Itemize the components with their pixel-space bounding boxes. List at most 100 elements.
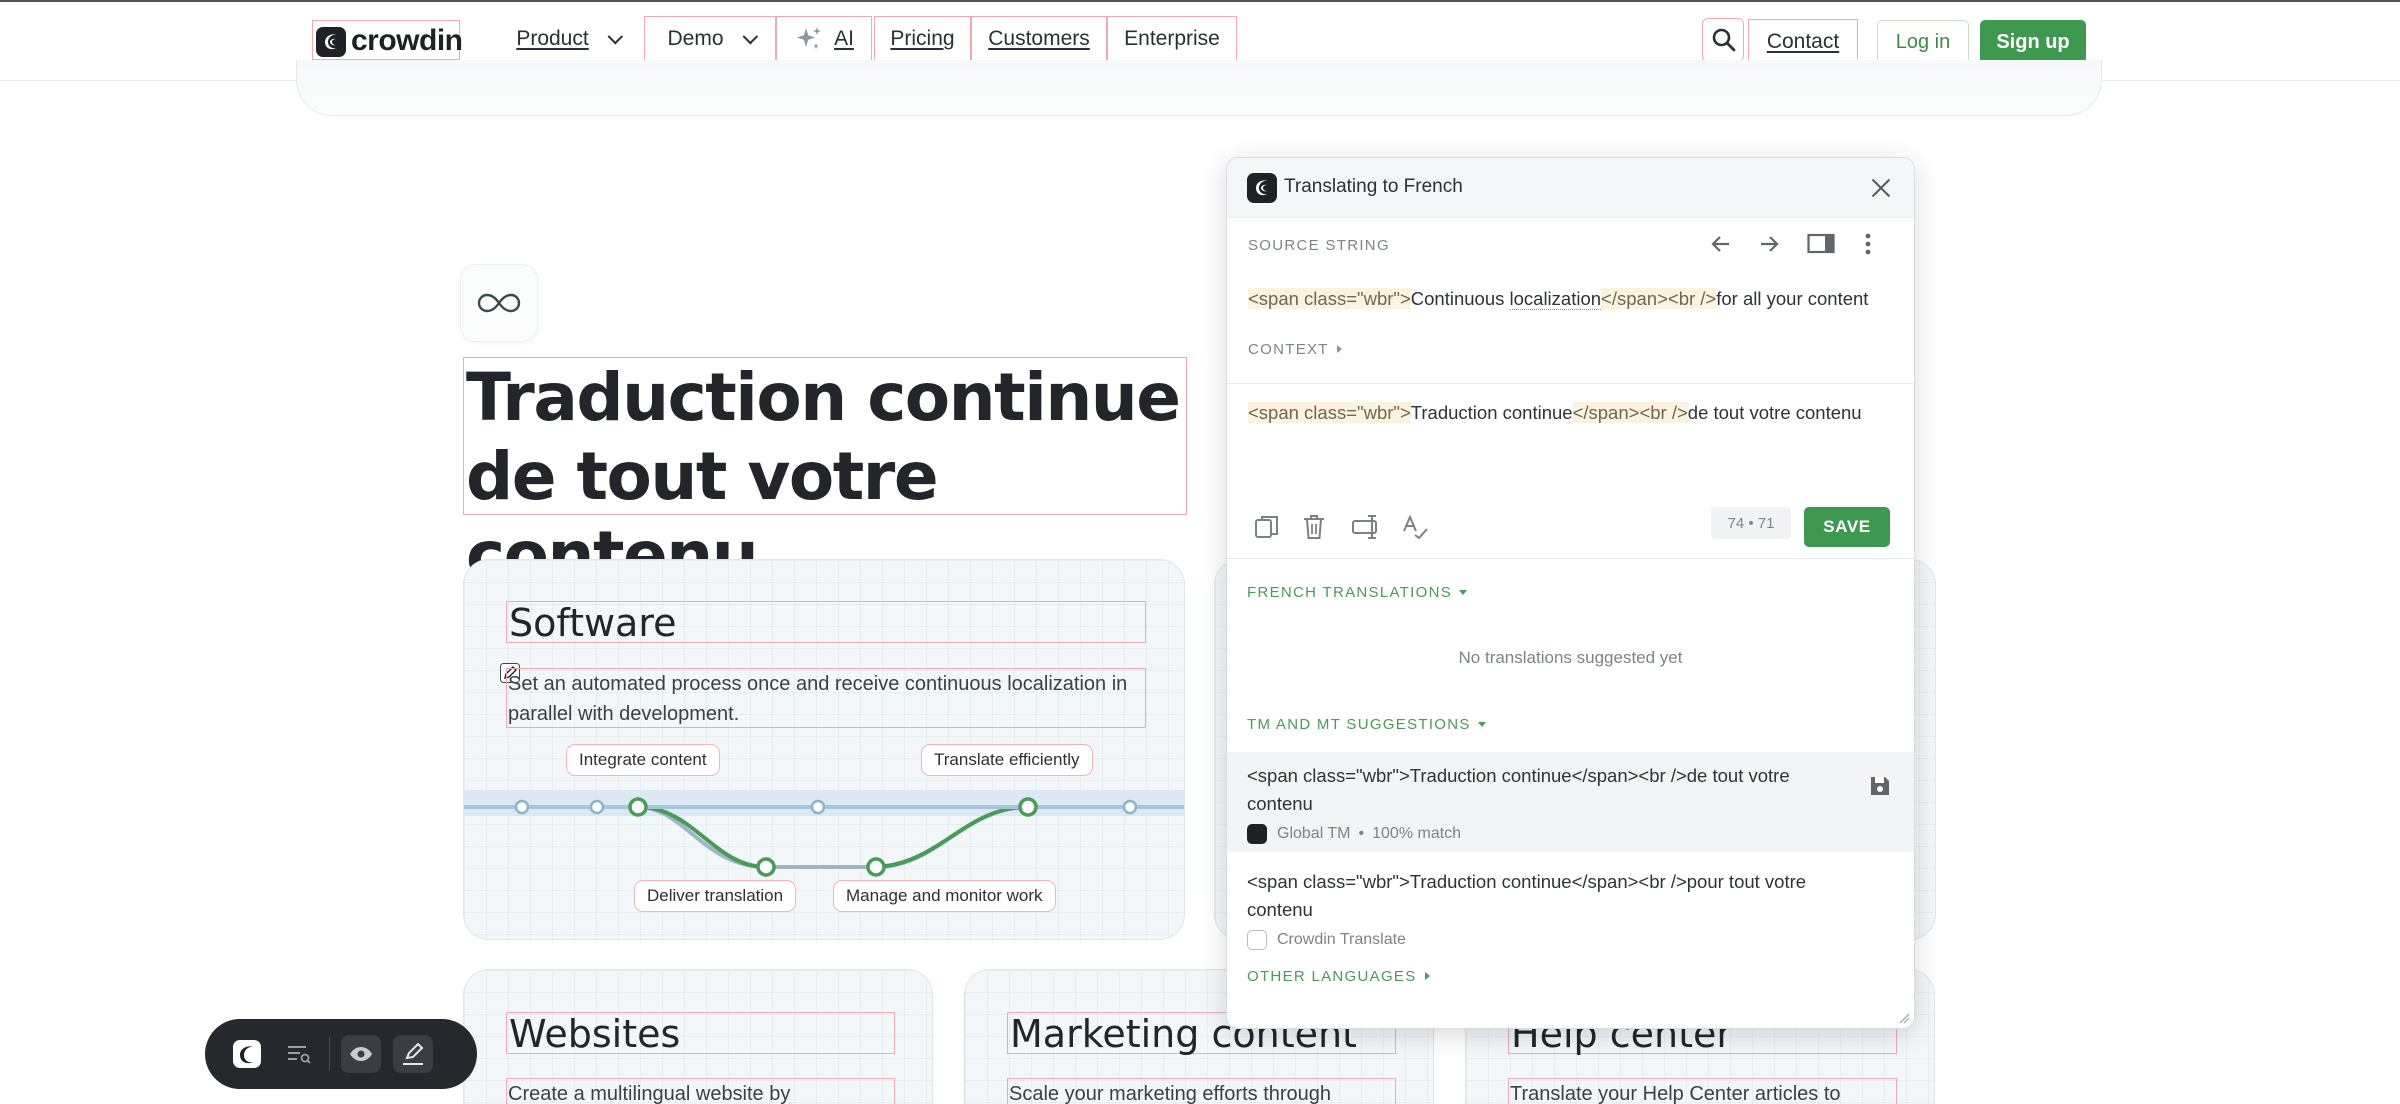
context-label: CONTEXT (1248, 341, 1329, 358)
pill-integrate-content: Integrate content (566, 744, 720, 776)
pill-manage-monitor: Manage and monitor work (833, 880, 1056, 912)
character-counter: 74 • 71 (1711, 507, 1791, 539)
websites-card: Websites Create a multilingual website b… (463, 969, 933, 1104)
suggestion-source: Crowdin Translate (1277, 931, 1406, 948)
translation-panel: Translating to French SOURCE STRING <spa… (1226, 157, 1915, 1029)
crowdin-logo-icon (233, 1040, 261, 1068)
nav-enterprise-label: Enterprise (1124, 27, 1220, 50)
translation-editor[interactable]: <span class="wbr">Traduction continue</s… (1248, 402, 1862, 424)
nav-product[interactable]: Product (494, 16, 640, 62)
nav-customers[interactable]: Customers (971, 16, 1107, 62)
panel-title: Translating to French (1284, 176, 1463, 197)
pill-translate-efficiently: Translate efficiently (921, 744, 1093, 776)
caret-right-icon (1424, 972, 1430, 980)
source-text-part1: Continuous (1410, 288, 1510, 309)
caret-down-icon (1459, 590, 1468, 595)
strings-list-button[interactable] (279, 1035, 319, 1073)
software-card-description: Set an automated process once and receiv… (506, 668, 1146, 728)
translation-tag-open: <span class="wbr"> (1248, 402, 1411, 423)
tm-mt-suggestions-toggle[interactable]: TM AND MT SUGGESTIONS (1247, 716, 1486, 733)
websites-card-description: Create a multilingual website by (506, 1078, 895, 1104)
crowdin-logo-icon (316, 27, 346, 57)
source-string-text: <span class="wbr">Continuous localizatio… (1248, 288, 1868, 310)
translation-text-part1: Traduction continue (1410, 402, 1573, 423)
nav-demo-label: Demo (667, 27, 724, 50)
caret-right-icon (1336, 345, 1342, 353)
copy-source-icon[interactable] (1253, 513, 1281, 541)
software-card: Software Set an automated process once a… (463, 559, 1185, 940)
other-languages-label: OTHER LANGUAGES (1247, 968, 1417, 985)
nav-pricing-label: Pricing (890, 27, 955, 50)
arrow-right-icon[interactable] (1757, 232, 1781, 256)
pill-deliver-translation: Deliver translation (634, 880, 797, 912)
marketing-card-description: Scale your marketing efforts through (1007, 1078, 1396, 1104)
divider (1227, 383, 1914, 384)
context-toggle[interactable]: CONTEXT (1248, 341, 1342, 358)
nav-contact[interactable]: Contact (1748, 19, 1858, 64)
no-translations-message: No translations suggested yet (1458, 648, 1683, 667)
source-text-part2: for all your content (1716, 288, 1869, 309)
search-button[interactable] (1702, 18, 1744, 62)
infinity-icon (477, 293, 521, 313)
translation-text-part2: de tout votre contenu (1687, 402, 1862, 423)
sparkle-icon (797, 27, 822, 49)
divider (1227, 558, 1914, 559)
hero-title-line1: Traduction continue (466, 359, 1181, 436)
dropdown-panel-edge (296, 60, 2102, 116)
french-translations-toggle[interactable]: FRENCH TRANSLATIONS (1247, 584, 1468, 601)
suggestion-meta: Global TM • 100% match (1247, 824, 1894, 844)
arrow-left-icon[interactable] (1709, 232, 1733, 256)
crowdin-translate-icon (1247, 930, 1267, 950)
suggestion-source: Global TM (1277, 825, 1351, 842)
preview-mode-button[interactable] (341, 1035, 381, 1073)
more-vertical-icon[interactable] (1863, 232, 1873, 256)
nav-ai[interactable]: AI (776, 16, 872, 62)
highlighter-icon (403, 1042, 424, 1065)
search-icon (1712, 28, 1736, 52)
nav-enterprise[interactable]: Enterprise (1107, 16, 1237, 62)
source-string-label: SOURCE STRING (1248, 237, 1390, 254)
nav-product-label: Product (516, 27, 589, 50)
source-tag-close: </span><br /> (1601, 288, 1717, 309)
crowdin-logo-icon (1247, 173, 1277, 203)
suggestion-item[interactable]: <span class="wbr">Traduction continue</s… (1227, 858, 1914, 958)
suggestion-match: 100% match (1372, 825, 1462, 842)
in-context-toolbar (205, 1019, 477, 1089)
save-suggestion-icon[interactable] (1868, 774, 1892, 798)
insert-tag-icon[interactable] (1351, 513, 1381, 541)
list-search-icon (288, 1046, 311, 1064)
other-languages-toggle[interactable]: OTHER LANGUAGES (1247, 968, 1430, 985)
infinity-badge (460, 264, 538, 342)
login-button[interactable]: Log in (1877, 20, 1969, 64)
suggestion-meta: Crowdin Translate (1247, 930, 1894, 950)
suggestion-text: <span class="wbr">Traduction continue</s… (1247, 765, 1790, 814)
software-card-title: Software (506, 601, 1146, 644)
signup-button[interactable]: Sign up (1980, 20, 2086, 64)
nav-pricing[interactable]: Pricing (874, 16, 971, 62)
eye-icon (350, 1047, 372, 1061)
suggestion-text: <span class="wbr">Traduction continue</s… (1247, 871, 1807, 920)
panel-header: Translating to French (1227, 158, 1914, 218)
caret-down-icon (1477, 722, 1486, 727)
crowdin-logo[interactable]: crowdin (312, 20, 463, 60)
suggestion-item[interactable]: <span class="wbr">Traduction continue</s… (1227, 752, 1914, 852)
crowdin-logo-icon (1247, 824, 1267, 844)
crowdin-menu-button[interactable] (227, 1035, 267, 1073)
chevron-down-icon (742, 28, 758, 44)
side-panel-icon[interactable] (1807, 233, 1835, 255)
websites-card-title: Websites (506, 1012, 895, 1055)
save-button[interactable]: SAVE (1804, 507, 1890, 547)
source-glossary-term[interactable]: localization (1509, 288, 1602, 310)
tm-mt-suggestions-label: TM AND MT SUGGESTIONS (1247, 716, 1471, 733)
nav-demo[interactable]: Demo (644, 16, 776, 62)
close-icon[interactable] (1868, 175, 1894, 201)
translation-tag-close: </span><br /> (1572, 402, 1688, 423)
toolbar-separator (329, 1037, 330, 1071)
french-translations-label: FRENCH TRANSLATIONS (1247, 584, 1453, 601)
delete-icon[interactable] (1301, 513, 1327, 541)
hero-title: Traduction continue de tout votre conten… (463, 357, 1187, 594)
source-tag-open: <span class="wbr"> (1248, 288, 1411, 309)
spellcheck-icon[interactable] (1401, 513, 1429, 541)
resize-handle-icon[interactable] (1898, 1012, 1910, 1024)
edit-mode-button[interactable] (393, 1035, 433, 1073)
